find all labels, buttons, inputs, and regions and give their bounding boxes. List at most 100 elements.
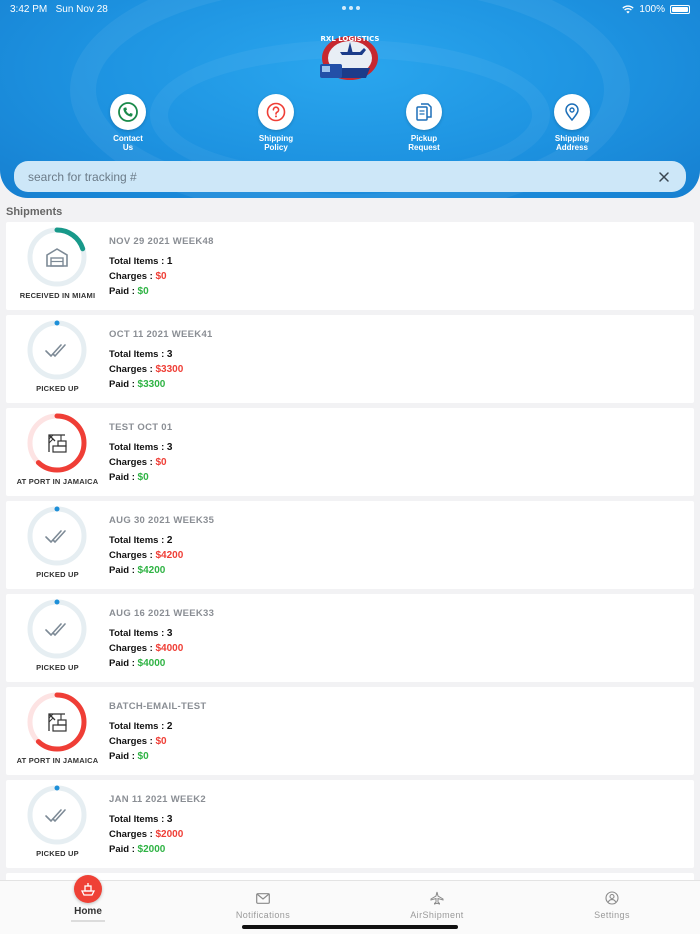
paid-label: Paid : — [109, 286, 135, 297]
tab-bar: Home Notifications AirShipment Settings — [0, 875, 700, 934]
paid-value: $4000 — [137, 658, 166, 669]
total-items-label: Total Items : — [109, 256, 165, 267]
search-input[interactable] — [28, 169, 656, 184]
charges-value: $3300 — [155, 364, 184, 375]
paid-row: Paid : $0 — [109, 286, 214, 297]
airplane-icon — [377, 889, 497, 907]
user-circle-icon — [552, 889, 672, 907]
double-check-icon — [45, 530, 66, 544]
shipping-policy-button[interactable]: Shipping Policy — [231, 94, 321, 152]
shipment-info: AUG 16 2021 WEEK33 Total Items : 3 Charg… — [109, 608, 214, 673]
pickup-request-button[interactable]: Pickup Request — [379, 94, 469, 152]
battery-percent: 100% — [639, 4, 665, 15]
charges-value: $0 — [155, 736, 167, 747]
paid-row: Paid : $3300 — [109, 379, 213, 390]
tab-home[interactable]: Home — [64, 875, 112, 922]
shipping-address-button[interactable]: Shipping Address — [527, 94, 617, 152]
shipment-title: NOV 29 2021 WEEK48 — [109, 236, 214, 247]
shipment-status: PICKED UP — [36, 384, 79, 393]
status-progress-ring — [27, 692, 87, 752]
tab-settings-label: Settings — [594, 910, 630, 920]
total-items-value: 3 — [166, 628, 173, 639]
paid-label: Paid : — [109, 472, 135, 483]
clear-search-icon[interactable] — [656, 169, 672, 185]
total-items-label: Total Items : — [109, 535, 165, 546]
status-progress-ring — [27, 599, 87, 659]
shipping-address-label: Shipping — [554, 134, 590, 143]
pickup-request-label-2: Request — [408, 143, 440, 152]
charges-label: Charges : — [109, 550, 153, 561]
shipment-info: JAN 11 2021 WEEK2 Total Items : 3 Charge… — [109, 794, 206, 859]
status-progress-ring — [27, 785, 87, 845]
paid-row: Paid : $0 — [109, 751, 207, 762]
status-progress-ring — [27, 506, 87, 566]
shipment-list: RECEIVED IN MIAMI NOV 29 2021 WEEK48 Tot… — [6, 222, 694, 888]
tab-settings[interactable]: Settings — [552, 889, 672, 920]
paid-row: Paid : $4200 — [109, 565, 214, 576]
contact-us-label-2: Us — [122, 143, 134, 152]
charges-label: Charges : — [109, 271, 153, 282]
rxl-logistics-logo: RXL LOGISTICS — [320, 35, 379, 80]
total-items-row: Total Items : 3 — [109, 814, 206, 825]
paid-value: $4200 — [137, 565, 166, 576]
paid-row: Paid : $2000 — [109, 844, 206, 855]
paid-value: $0 — [137, 751, 149, 762]
shipment-info: TEST OCT 01 Total Items : 3 Charges : $0… — [109, 422, 172, 487]
multitask-dots[interactable] — [342, 6, 360, 10]
shipment-title: TEST OCT 01 — [109, 422, 173, 433]
status-time: 3:42 PM Sun Nov 28 — [10, 4, 108, 15]
paid-label: Paid : — [109, 844, 135, 855]
charges-value: $0 — [155, 271, 167, 282]
charges-label: Charges : — [109, 457, 153, 468]
paid-row: Paid : $4000 — [109, 658, 214, 669]
phone-icon — [110, 94, 146, 130]
charges-row: Charges : $4000 — [109, 643, 214, 654]
charges-value: $4200 — [155, 550, 184, 561]
total-items-value: 3 — [166, 349, 173, 360]
warehouse-icon — [46, 248, 68, 267]
shipment-info: BATCH-EMAIL-TEST Total Items : 2 Charges… — [109, 701, 207, 766]
paid-value: $3300 — [137, 379, 166, 390]
shipment-card[interactable]: PICKED UP JAN 11 2021 WEEK2 Total Items … — [6, 780, 694, 868]
shipment-card[interactable]: PICKED UP OCT 11 2021 WEEK41 Total Items… — [6, 315, 694, 403]
charges-row: Charges : $2000 — [109, 829, 206, 840]
paid-row: Paid : $0 — [109, 472, 172, 483]
tab-home-label: Home — [74, 906, 102, 917]
total-items-value: 2 — [166, 721, 173, 732]
paid-value: $0 — [137, 472, 149, 483]
total-items-row: Total Items : 1 — [109, 256, 214, 267]
tab-notifications-label: Notifications — [235, 910, 291, 920]
status-progress-ring — [27, 320, 87, 380]
total-items-label: Total Items : — [109, 349, 165, 360]
shipment-card[interactable]: AT PORT IN JAMAICA BATCH-EMAIL-TEST Tota… — [6, 687, 694, 775]
home-indicator — [242, 925, 458, 929]
contact-us-button[interactable]: Contact Us — [83, 94, 173, 152]
shipment-card[interactable]: RECEIVED IN MIAMI NOV 29 2021 WEEK48 Tot… — [6, 222, 694, 310]
location-pin-icon — [554, 94, 590, 130]
documents-icon — [406, 94, 442, 130]
double-check-icon — [45, 344, 66, 358]
charges-label: Charges : — [109, 736, 153, 747]
shipment-card[interactable]: PICKED UP AUG 30 2021 WEEK35 Total Items… — [6, 501, 694, 589]
shipment-card[interactable]: AT PORT IN JAMAICA TEST OCT 01 Total Ite… — [6, 408, 694, 496]
shipment-title: AUG 30 2021 WEEK35 — [109, 515, 215, 526]
shipment-status: PICKED UP — [36, 663, 79, 672]
total-items-label: Total Items : — [109, 814, 165, 825]
tab-notifications[interactable]: Notifications — [203, 889, 323, 920]
shipment-card[interactable]: PICKED UP AUG 16 2021 WEEK33 Total Items… — [6, 594, 694, 682]
contact-us-label: Contact — [113, 134, 143, 143]
envelope-icon — [203, 889, 323, 907]
charges-label: Charges : — [109, 829, 153, 840]
total-items-row: Total Items : 3 — [109, 349, 213, 360]
status-progress-ring — [27, 227, 87, 287]
charges-row: Charges : $0 — [109, 457, 172, 468]
tab-airshipment[interactable]: AirShipment — [377, 889, 497, 920]
total-items-value: 1 — [166, 256, 173, 267]
shipment-status: PICKED UP — [36, 570, 79, 579]
double-check-icon — [45, 623, 66, 637]
ship-icon — [74, 875, 102, 903]
shipment-status: AT PORT IN JAMAICA — [16, 477, 99, 486]
pickup-request-label: Pickup — [410, 134, 438, 143]
charges-row: Charges : $4200 — [109, 550, 214, 561]
charges-row: Charges : $0 — [109, 271, 214, 282]
